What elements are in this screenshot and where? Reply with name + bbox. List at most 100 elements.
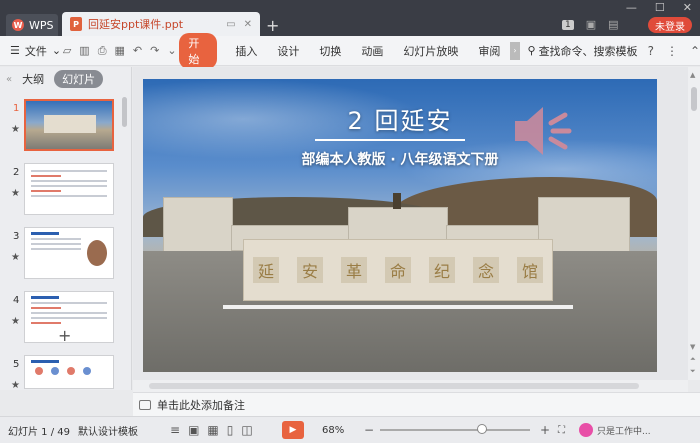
fit-window-icon[interactable]: ⛶ xyxy=(558,425,565,436)
horizontal-scroll-thumb[interactable] xyxy=(149,383,639,389)
monument-character: 馆 xyxy=(517,257,543,283)
thumbnail-text-line xyxy=(31,307,61,309)
slide-thumbnail-item[interactable]: 3 ★ xyxy=(0,227,122,283)
status-message: 只是工作中... xyxy=(597,426,651,437)
title-underline xyxy=(315,139,465,141)
zoom-slider[interactable] xyxy=(380,424,530,434)
monument-character: 革 xyxy=(341,257,367,283)
slide-thumbnail[interactable] xyxy=(24,99,114,151)
slide-subtitle[interactable]: 部编本人教版 · 八年级语文下册 xyxy=(143,149,657,169)
tab-slideshow[interactable]: 幻灯片放映 xyxy=(403,43,458,59)
slide-sorter-icon[interactable]: ▦ xyxy=(207,423,218,437)
tab-slides[interactable]: 幻灯片 xyxy=(54,70,104,88)
menu-icon: ☰ xyxy=(10,44,20,57)
tab-insert[interactable]: 插入 xyxy=(235,43,257,59)
open-folder-icon[interactable]: ▱ xyxy=(63,44,71,58)
share-icon[interactable]: ▤ xyxy=(608,18,618,31)
redo-icon[interactable]: ↷ xyxy=(150,44,159,58)
collapse-panel-icon[interactable]: « xyxy=(6,74,12,85)
slide-thumbnail[interactable] xyxy=(24,163,114,215)
assistant-icon[interactable] xyxy=(579,423,593,437)
add-slide-button[interactable]: + xyxy=(58,326,71,345)
speaker-icon[interactable] xyxy=(511,101,577,161)
print-icon[interactable]: ⎙ xyxy=(98,44,107,58)
star-icon: ★ xyxy=(11,316,20,327)
vertical-scrollbar[interactable]: ▲ ▼ ⏶ ⏷ xyxy=(688,67,700,380)
title-bar: W WPS P 回延安ppt课件.ppt ▭ ✕ + 1 ▣ ▤ — ☐ ✕ 未… xyxy=(0,0,700,36)
notes-pane[interactable]: 单击此处添加备注 xyxy=(133,392,700,416)
close-tab-icon[interactable]: ✕ xyxy=(244,19,252,30)
wps-home-label: WPS xyxy=(29,18,54,32)
panel-scrollbar[interactable] xyxy=(122,97,127,127)
thumbnail-text-line xyxy=(31,185,107,187)
page-count-badge[interactable]: 1 xyxy=(562,19,574,30)
next-slide-icon[interactable]: ⏷ xyxy=(690,367,696,376)
command-search[interactable]: ⚲ 查找命令、搜索模板 xyxy=(528,43,638,59)
more-tabs-icon[interactable]: › xyxy=(510,41,520,60)
close-window-icon[interactable]: ✕ xyxy=(683,1,692,14)
file-menu[interactable]: ☰ 文件 ⌄ xyxy=(0,43,63,59)
notes-toggle-icon[interactable]: ≡ xyxy=(170,423,180,437)
command-search-label: 查找命令、搜索模板 xyxy=(538,44,638,58)
slide-editing-area[interactable]: 延 安 革 命 纪 念 馆 2 回延安 部编本人教版 · 八年级语文下册 xyxy=(133,67,688,380)
slide-thumbnail-item[interactable]: 2 ★ xyxy=(0,163,122,219)
normal-view-icon[interactable]: ▣ xyxy=(188,423,199,437)
window-restore-icon[interactable]: ▭ xyxy=(226,19,235,30)
design-template-label[interactable]: 默认设计模板 xyxy=(78,423,170,438)
slide-title[interactable]: 2 回延安 xyxy=(143,101,657,136)
statue xyxy=(393,193,401,209)
notes-placeholder[interactable]: 单击此处添加备注 xyxy=(157,397,245,413)
previous-slide-icon[interactable]: ⏶ xyxy=(690,355,696,364)
quick-access-toolbar: ▱ ▥ ⎙ ▦ ↶ ↷ ⌄ xyxy=(63,44,180,58)
thumbnail-text-line xyxy=(31,317,107,319)
save-icon[interactable]: ▥ xyxy=(79,44,89,58)
vertical-scroll-thumb[interactable] xyxy=(691,87,697,111)
slide-thumbnail[interactable] xyxy=(24,355,114,389)
print-preview-icon[interactable]: ▦ xyxy=(115,44,125,58)
monument-character: 安 xyxy=(297,257,323,283)
slide-thumbnail-item[interactable]: 1 ★ xyxy=(0,99,122,155)
slide-thumbnail-item[interactable]: 5 ★ xyxy=(0,355,122,391)
presenter-view-icon[interactable]: ◫ xyxy=(241,423,252,437)
collapse-ribbon-icon[interactable]: ⌃ xyxy=(690,44,700,58)
panel-tabs: « 大纲 幻灯片 xyxy=(0,67,131,91)
slide-number: 2 xyxy=(13,167,20,178)
customize-chevron-icon[interactable]: ⌄ xyxy=(167,44,176,58)
current-slide[interactable]: 延 安 革 命 纪 念 馆 2 回延安 部编本人教版 · 八年级语文下册 xyxy=(143,79,657,372)
play-slideshow-button[interactable]: ▶ xyxy=(282,421,304,439)
status-bar: 幻灯片 1 / 49 默认设计模板 ≡ ▣ ▦ ▯ ◫ ▶ 68% − + ⛶ … xyxy=(0,416,700,443)
slide-thumbnail[interactable] xyxy=(24,227,114,279)
minimize-icon[interactable]: — xyxy=(626,1,637,14)
wps-logo-icon: W xyxy=(12,19,24,31)
more-options-icon[interactable]: ⋮ xyxy=(666,44,678,58)
thumbnail-text-line xyxy=(31,243,81,245)
document-tab[interactable]: P 回延安ppt课件.ppt ▭ ✕ xyxy=(62,12,260,36)
tab-design[interactable]: 设计 xyxy=(277,43,299,59)
zoom-slider-handle[interactable] xyxy=(477,424,487,434)
slide-number: 5 xyxy=(13,359,20,370)
undo-icon[interactable]: ↶ xyxy=(133,44,142,58)
tab-animation[interactable]: 动画 xyxy=(361,43,383,59)
new-tab-button[interactable]: + xyxy=(266,16,279,35)
maximize-icon[interactable]: ☐ xyxy=(655,1,665,14)
zoom-level[interactable]: 68% xyxy=(322,425,364,436)
tab-review[interactable]: 审阅 xyxy=(478,43,500,59)
scroll-down-icon[interactable]: ▼ xyxy=(690,343,695,351)
search-icon: ⚲ xyxy=(527,44,536,57)
tab-outline[interactable]: 大纲 xyxy=(22,71,44,87)
notes-icon xyxy=(139,399,151,410)
scroll-up-icon[interactable]: ▲ xyxy=(690,71,695,79)
reading-view-icon[interactable]: ▯ xyxy=(227,423,234,437)
help-icon[interactable]: ? xyxy=(648,44,654,58)
thumbnail-heading xyxy=(31,360,59,363)
skin-icon[interactable]: ▣ xyxy=(586,18,596,31)
thumbnail-text-line xyxy=(31,312,107,314)
zoom-in-button[interactable]: + xyxy=(540,423,558,437)
tab-start[interactable]: 开始 xyxy=(179,32,218,69)
monument-character: 念 xyxy=(473,257,499,283)
zoom-out-button[interactable]: − xyxy=(364,423,380,437)
login-button[interactable]: 未登录 xyxy=(648,17,692,33)
tab-transition[interactable]: 切换 xyxy=(319,43,341,59)
wps-home-tab[interactable]: W WPS xyxy=(6,14,58,36)
horizontal-scrollbar[interactable] xyxy=(133,380,688,392)
